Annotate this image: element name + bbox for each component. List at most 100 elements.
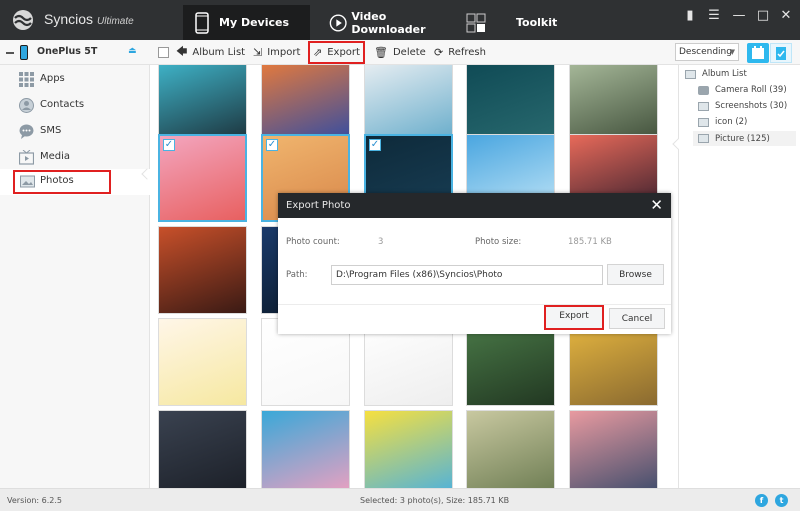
twitter-icon[interactable]: t xyxy=(775,494,788,507)
sidebar-item-label: Apps xyxy=(40,73,65,84)
phone-icon xyxy=(195,11,209,34)
export-icon: ⇗ xyxy=(313,46,323,59)
album-label: Screenshots (30) xyxy=(715,101,788,111)
device-name: OnePlus 5T xyxy=(37,46,98,57)
chevron-down-icon: ▼ xyxy=(729,48,735,56)
calendar-view-icon xyxy=(752,46,764,59)
sidebar-item-label: SMS xyxy=(40,125,62,136)
status-bar: Version: 6.2.5 Selected: 3 photo(s), Siz… xyxy=(0,488,800,511)
photo-thumbnail[interactable] xyxy=(569,410,658,488)
sidebar-item-apps[interactable]: Apps xyxy=(0,67,150,93)
menu-icon[interactable]: ☰ xyxy=(706,8,722,23)
album-list-icon xyxy=(685,69,696,79)
album-label: Camera Roll (39) xyxy=(715,85,787,95)
button-label: Album List xyxy=(192,47,246,58)
close-icon[interactable]: ✕ xyxy=(778,8,794,23)
album-item[interactable]: Camera Roll (39) xyxy=(698,85,787,95)
back-arrow-icon: 🡄 xyxy=(176,45,188,58)
export-photo-dialog: Export Photo ✕ Photo count: 3 Photo size… xyxy=(278,193,671,334)
trash-icon: 🗑 xyxy=(374,46,388,59)
button-label: Export xyxy=(327,47,360,58)
tab-toolkit[interactable]: Toolkit xyxy=(462,5,572,40)
photo-checkbox-checked[interactable]: ✓ xyxy=(369,139,381,151)
path-label: Path: xyxy=(286,270,308,280)
browse-button[interactable]: Browse xyxy=(607,264,664,285)
chat-icon[interactable]: ▮ xyxy=(682,8,698,23)
photo-count-label: Photo count: xyxy=(286,237,340,247)
album-item-active[interactable]: Picture (125) xyxy=(693,131,796,146)
album-item[interactable]: Screenshots (30) xyxy=(698,101,787,111)
sidebar-item-photos[interactable]: Photos xyxy=(0,169,150,195)
facebook-icon[interactable]: f xyxy=(755,494,768,507)
album-panel: Album List Camera Roll (39) Screenshots … xyxy=(678,65,800,488)
album-label: icon (2) xyxy=(715,117,748,127)
photo-thumbnail[interactable] xyxy=(158,410,247,488)
image-icon xyxy=(698,101,709,111)
calendar-view-button[interactable] xyxy=(747,43,769,63)
dialog-title: Export Photo xyxy=(286,200,351,211)
close-icon[interactable]: ✕ xyxy=(650,196,663,214)
button-label: Delete xyxy=(392,47,426,58)
version-text: Version: 6.2.5 xyxy=(7,496,63,505)
photo-checkbox-checked[interactable]: ✓ xyxy=(163,139,175,151)
photo-size-label: Photo size: xyxy=(475,237,522,247)
photo-thumbnail[interactable] xyxy=(261,410,350,488)
clipboard-view-button[interactable] xyxy=(770,43,792,63)
sidebar-item-label: Media xyxy=(40,151,71,162)
photo-thumbnail[interactable] xyxy=(158,318,247,406)
path-input[interactable]: D:\Program Files (x86)\Syncios\Photo xyxy=(331,265,603,285)
sms-bubble-icon xyxy=(19,124,34,139)
sidebar-item-sms[interactable]: SMS xyxy=(0,119,150,145)
syncios-window: Syncios Ultimate My Devices Video Downloa… xyxy=(0,0,800,511)
camera-icon xyxy=(698,85,709,95)
device-selector[interactable]: OnePlus 5T ⏏ xyxy=(0,40,150,65)
photo-thumbnail[interactable] xyxy=(158,226,247,314)
photo-thumbnail[interactable]: ✓ xyxy=(158,134,247,222)
media-tv-icon xyxy=(19,150,34,165)
import-icon: ⇲ xyxy=(253,46,263,59)
syncios-logo-icon xyxy=(13,10,33,30)
app-name: Syncios xyxy=(44,11,94,27)
button-label: Refresh xyxy=(448,47,486,58)
tab-video-downloader[interactable]: Video Downloader xyxy=(325,5,455,40)
sort-dropdown[interactable]: Descending ▼ xyxy=(675,43,739,61)
collapse-icon[interactable] xyxy=(6,52,14,54)
sidebar-item-media[interactable]: Media xyxy=(0,145,150,171)
photo-thumbnail[interactable] xyxy=(466,410,555,488)
album-item[interactable]: icon (2) xyxy=(698,117,747,127)
export-button[interactable]: ⇗ Export xyxy=(308,41,365,64)
album-list-button[interactable]: 🡄 Album List xyxy=(176,43,245,62)
refresh-button[interactable]: ⟳ Refresh xyxy=(434,43,486,62)
button-label: Import xyxy=(267,47,301,58)
sort-value: Descending xyxy=(679,47,732,57)
selection-info: Selected: 3 photo(s), Size: 185.71 KB xyxy=(360,496,510,505)
dialog-export-button[interactable]: Export xyxy=(544,305,604,330)
album-label: Album List xyxy=(702,69,747,79)
grid-icon xyxy=(466,13,486,32)
clipboard-view-icon xyxy=(776,47,786,60)
photos-icon xyxy=(20,175,35,188)
photo-thumbnail[interactable] xyxy=(364,410,453,488)
album-label: Picture (125) xyxy=(715,133,770,144)
tab-my-devices[interactable]: My Devices xyxy=(183,5,310,40)
maximize-icon[interactable]: □ xyxy=(755,8,771,23)
photo-count-value: 3 xyxy=(378,237,384,247)
toolbar: 🡄 Album List ⇲ Import ⇗ Export 🗑 Delete ⟳ Ref… xyxy=(150,40,800,65)
dialog-header: Export Photo ✕ xyxy=(278,193,671,218)
play-circle-icon xyxy=(329,14,347,31)
photo-checkbox-checked[interactable]: ✓ xyxy=(266,139,278,151)
eject-icon[interactable]: ⏏ xyxy=(128,46,137,56)
dialog-cancel-button[interactable]: Cancel xyxy=(609,308,665,329)
apps-grid-icon xyxy=(19,72,34,87)
sidebar-item-label: Photos xyxy=(40,175,74,186)
import-button[interactable]: ⇲ Import xyxy=(253,43,300,62)
image-icon xyxy=(698,134,709,143)
tab-label: My Devices xyxy=(219,16,290,29)
photo-size-value: 185.71 KB xyxy=(568,237,612,247)
select-all-checkbox[interactable] xyxy=(158,47,169,58)
album-list-root[interactable]: Album List xyxy=(685,69,747,79)
minimize-icon[interactable]: — xyxy=(731,8,747,23)
app-edition: Ultimate xyxy=(97,16,134,27)
sidebar-item-contacts[interactable]: Contacts xyxy=(0,93,150,119)
delete-button[interactable]: 🗑 Delete xyxy=(374,43,426,62)
